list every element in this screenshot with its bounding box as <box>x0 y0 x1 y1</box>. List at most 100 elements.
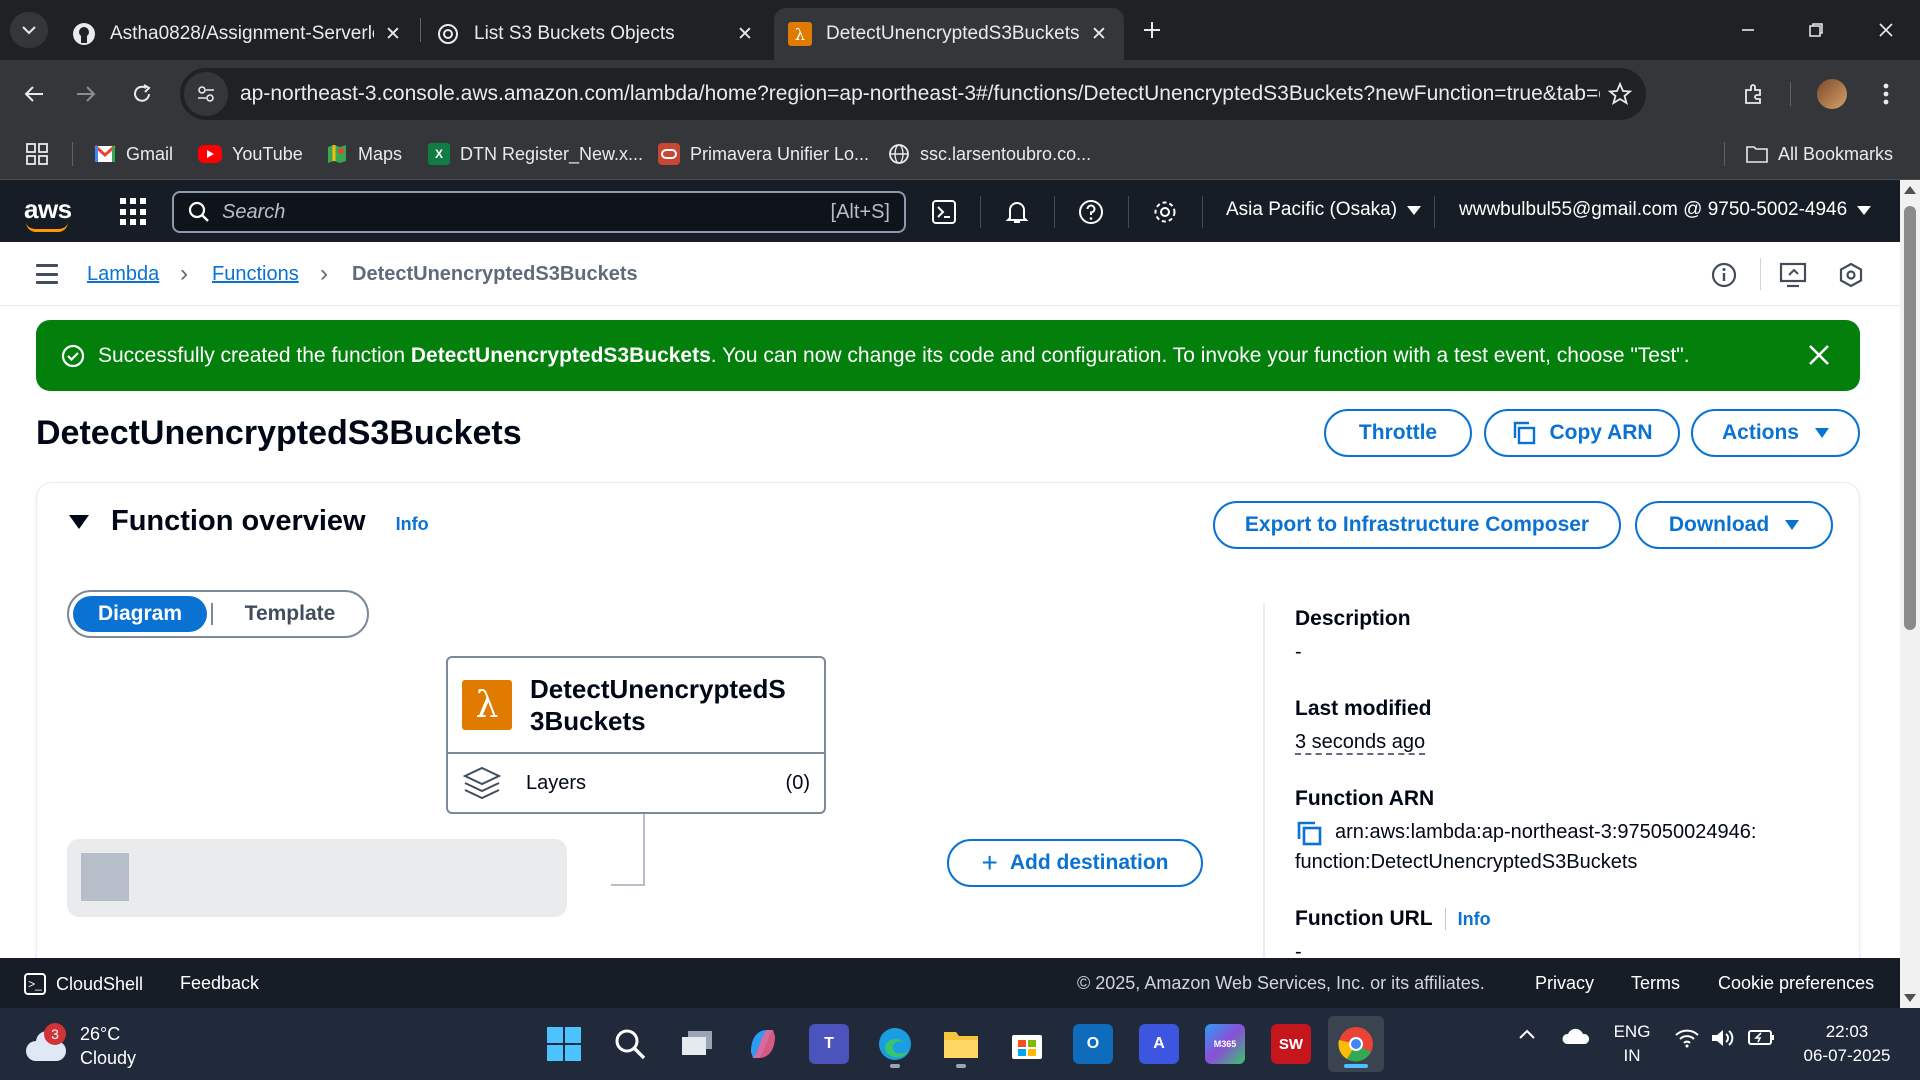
privacy-link[interactable]: Privacy <box>1535 973 1594 994</box>
youtube-icon <box>198 145 222 163</box>
layers-icon <box>462 763 502 803</box>
breadcrumb-lambda[interactable]: Lambda <box>87 263 159 286</box>
system-clock[interactable]: 22:03 06-07-2025 <box>1794 1020 1900 1068</box>
task-view-icon[interactable] <box>677 1024 717 1064</box>
microsoft-store-icon[interactable] <box>1007 1024 1047 1064</box>
notifications-bell-icon[interactable] <box>1002 197 1032 227</box>
last-modified-value[interactable]: 3 seconds ago <box>1295 731 1426 755</box>
cookie-preferences-link[interactable]: Cookie preferences <box>1718 973 1874 994</box>
solidworks-icon[interactable]: SW <box>1271 1024 1311 1064</box>
address-bar[interactable]: ap-northeast-3.console.aws.amazon.com/la… <box>180 68 1646 120</box>
close-tab-icon[interactable]: ✕ <box>734 23 756 45</box>
close-window-icon[interactable] <box>1866 14 1906 46</box>
bookmark-label: Gmail <box>126 143 174 164</box>
actions-dropdown-button[interactable]: Actions <box>1691 409 1860 457</box>
screen-share-icon[interactable] <box>1778 260 1808 290</box>
side-nav-toggle-icon[interactable] <box>36 264 58 284</box>
forward-arrow-icon[interactable] <box>68 76 104 112</box>
file-explorer-icon[interactable] <box>941 1024 981 1064</box>
services-menu-icon[interactable] <box>120 198 148 226</box>
edge-icon[interactable] <box>875 1024 915 1064</box>
weather-widget[interactable]: 3 26°C Cloudy <box>26 1022 136 1070</box>
scroll-down-arrow-icon[interactable] <box>1904 994 1916 1002</box>
segment-template[interactable]: Template <box>217 602 363 626</box>
weather-badge: 3 <box>44 1023 66 1045</box>
copy-arn-button[interactable]: Copy ARN <box>1484 409 1680 457</box>
bookmark-star-icon[interactable] <box>1600 74 1640 114</box>
autocad-icon[interactable]: A <box>1139 1024 1179 1064</box>
cloudshell-button[interactable]: >_ CloudShell <box>24 973 143 995</box>
copilot-icon[interactable] <box>743 1024 783 1064</box>
segment-diagram[interactable]: Diagram <box>73 596 207 632</box>
scroll-up-arrow-icon[interactable] <box>1904 186 1916 194</box>
bookmark-gmail[interactable]: Gmail <box>94 140 173 168</box>
function-diagram-card[interactable]: λ DetectUnencryptedS3Buckets Layers (0) <box>446 656 826 814</box>
bookmark-youtube[interactable]: YouTube <box>198 140 303 168</box>
add-destination-button[interactable]: + Add destination <box>947 839 1203 887</box>
profile-avatar[interactable] <box>1812 74 1852 114</box>
onedrive-cloud-icon[interactable] <box>1558 1028 1594 1046</box>
search-icon[interactable] <box>610 1024 650 1064</box>
restore-icon[interactable] <box>1796 14 1836 46</box>
battery-icon[interactable] <box>1744 1028 1776 1046</box>
account-menu[interactable]: wwwbulbul55@gmail.com @ 9750-5002-4946 <box>1459 199 1872 221</box>
input-language-indicator[interactable]: ENG IN <box>1606 1020 1658 1068</box>
settings-gear-icon[interactable] <box>1150 197 1180 227</box>
all-bookmarks-button[interactable]: All Bookmarks <box>1746 140 1893 168</box>
bookmark-dtn-register[interactable]: X DTN Register_New.x... <box>428 140 643 168</box>
windows-start-icon[interactable] <box>544 1024 584 1064</box>
back-arrow-icon[interactable] <box>16 76 52 112</box>
last-modified-label: Last modified <box>1295 697 1432 720</box>
m365-icon[interactable]: M365 <box>1205 1024 1245 1064</box>
outlook-icon[interactable]: O <box>1073 1024 1113 1064</box>
apps-grid-icon[interactable] <box>26 140 48 168</box>
clock-time: 22:03 <box>1825 1022 1869 1041</box>
feedback-link[interactable]: Feedback <box>180 973 259 994</box>
function-url-info-link[interactable]: Info <box>1458 909 1491 930</box>
nav-divider <box>1054 196 1055 228</box>
cloudshell-icon[interactable] <box>929 197 959 227</box>
collapse-caret-icon[interactable] <box>69 514 89 529</box>
settings-hexagon-icon[interactable] <box>1836 260 1866 290</box>
teams-icon[interactable]: T <box>809 1024 849 1064</box>
extensions-icon[interactable] <box>1734 74 1774 114</box>
page-scrollbar[interactable] <box>1900 180 1920 1008</box>
bookmark-primavera[interactable]: Primavera Unifier Lo... <box>658 140 869 168</box>
export-infrastructure-composer-button[interactable]: Export to Infrastructure Composer <box>1213 501 1621 549</box>
tab-title: List S3 Buckets Objects <box>474 23 675 44</box>
nav-divider <box>1128 196 1129 228</box>
minimize-icon[interactable] <box>1728 14 1768 46</box>
bookmark-ssc[interactable]: ssc.larsentoubro.co... <box>888 140 1091 168</box>
new-tab-icon[interactable] <box>1138 16 1166 44</box>
bookmark-maps[interactable]: Maps <box>326 140 402 168</box>
throttle-button[interactable]: Throttle <box>1324 409 1472 457</box>
more-menu-icon[interactable] <box>1866 74 1906 114</box>
download-dropdown-button[interactable]: Download <box>1635 501 1833 549</box>
aws-search-input[interactable]: Search [Alt+S] <box>172 191 906 233</box>
url-text: ap-northeast-3.console.aws.amazon.com/la… <box>240 82 1600 105</box>
dismiss-close-icon[interactable] <box>1804 340 1834 370</box>
browser-tab-list-s3[interactable]: List S3 Buckets Objects ✕ <box>422 8 770 60</box>
volume-speaker-icon[interactable] <box>1708 1028 1738 1048</box>
help-icon[interactable] <box>1076 197 1106 227</box>
breadcrumb-functions[interactable]: Functions <box>212 263 299 286</box>
show-hidden-icons-chevron-icon[interactable] <box>1512 1028 1542 1040</box>
browser-tab-github[interactable]: Astha0828/Assignment-Serverle ✕ <box>58 8 418 60</box>
copy-arn-icon[interactable] <box>1295 819 1323 847</box>
tab-search-button[interactable] <box>10 12 48 48</box>
region-selector[interactable]: Asia Pacific (Osaka) <box>1226 199 1422 221</box>
info-link[interactable]: Info <box>396 514 429 535</box>
info-circle-icon[interactable] <box>1709 260 1739 290</box>
terms-link[interactable]: Terms <box>1631 973 1680 994</box>
layers-row[interactable]: Layers (0) <box>448 754 824 812</box>
site-info-icon[interactable] <box>184 72 228 116</box>
aws-logo[interactable]: aws <box>24 194 72 232</box>
nav-divider <box>1202 196 1203 228</box>
reload-icon[interactable] <box>124 76 160 112</box>
close-tab-icon[interactable]: ✕ <box>382 23 404 45</box>
browser-tab-lambda[interactable]: λ DetectUnencryptedS3Buckets | ✕ <box>774 8 1124 60</box>
function-overview-header[interactable]: Function overview Info <box>69 505 429 538</box>
wifi-icon[interactable] <box>1672 1028 1702 1048</box>
scrollbar-thumb[interactable] <box>1904 206 1916 630</box>
close-tab-icon[interactable]: ✕ <box>1088 23 1110 45</box>
